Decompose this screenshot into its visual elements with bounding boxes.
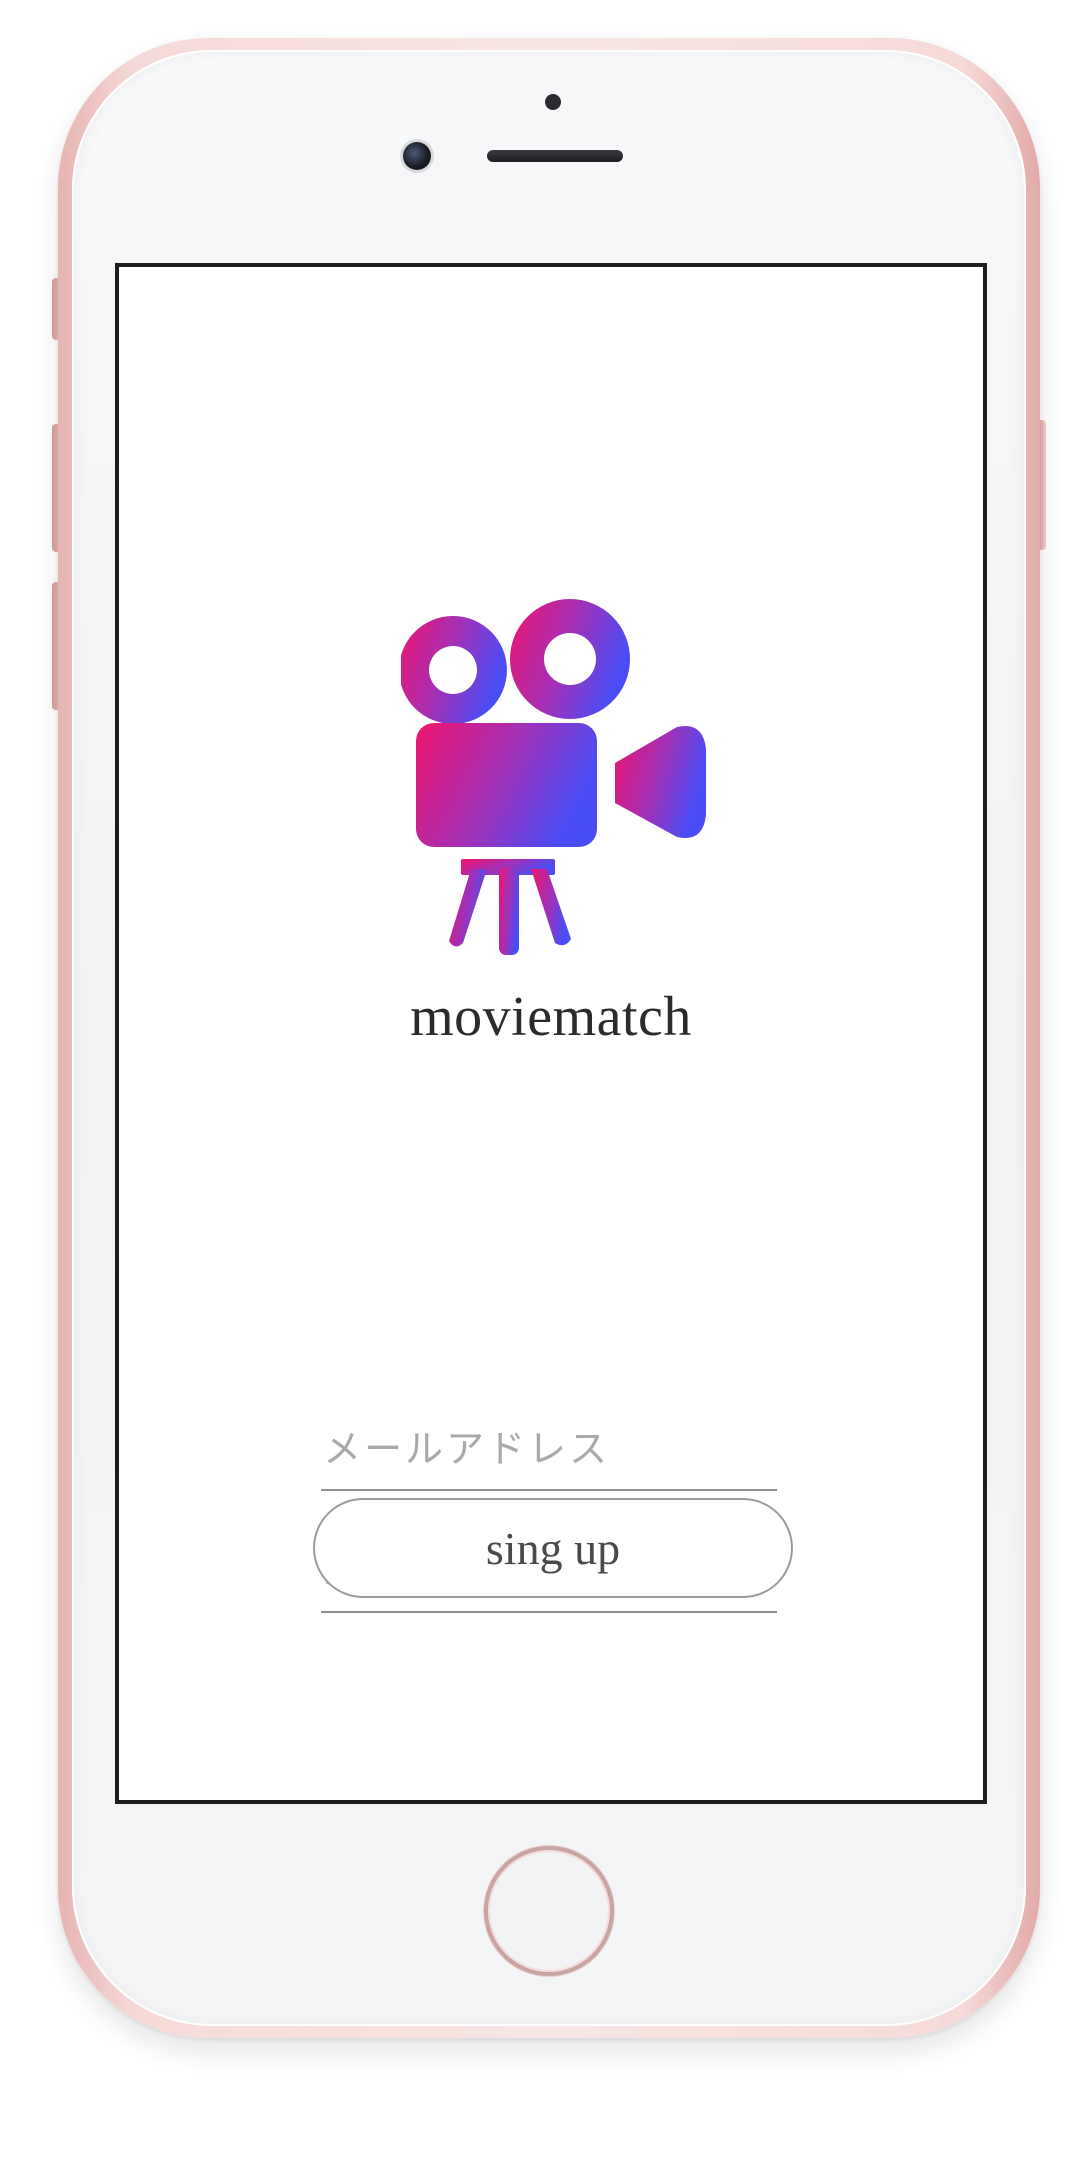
home-button[interactable]: [484, 1846, 614, 1976]
movie-camera-icon: [401, 599, 706, 955]
email-input[interactable]: [323, 1427, 763, 1471]
proximity-sensor: [545, 94, 561, 110]
app-screen: moviematch sing up: [115, 263, 987, 1804]
signup-button[interactable]: sing up: [313, 1498, 793, 1598]
app-name: moviematch: [410, 986, 692, 1048]
device-mockup: moviematch sing up: [0, 0, 1092, 2163]
earpiece-speaker: [487, 150, 623, 162]
front-camera: [403, 142, 431, 170]
email-field[interactable]: [321, 1407, 777, 1491]
